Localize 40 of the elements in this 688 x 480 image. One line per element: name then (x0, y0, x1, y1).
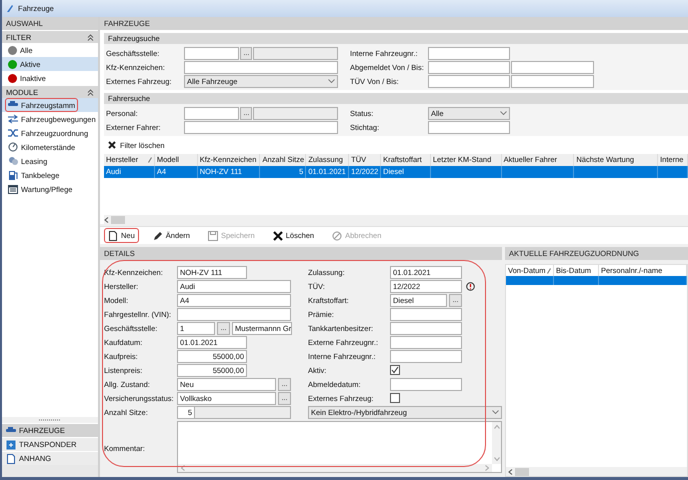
window-app-icon (6, 4, 14, 13)
gauge-icon (8, 142, 18, 152)
input-field[interactable] (390, 378, 462, 390)
calendar-icon (8, 184, 18, 194)
input-field[interactable] (184, 106, 240, 120)
collapse-chevrons-icon (87, 34, 94, 40)
new-page-icon (108, 230, 118, 240)
input-field[interactable] (428, 74, 510, 88)
scrollbar-thumb[interactable] (111, 216, 125, 224)
collapse-chevrons-icon (87, 88, 94, 96)
input-field[interactable] (177, 308, 291, 320)
delete-x-icon (272, 230, 283, 240)
input-field[interactable] (390, 322, 462, 334)
comment-textarea[interactable] (177, 421, 502, 473)
input-field[interactable] (511, 60, 594, 74)
checkbox[interactable] (390, 393, 400, 403)
pencil-icon (152, 230, 163, 240)
sort-indicator-icon (547, 268, 551, 274)
input-field[interactable] (184, 120, 338, 134)
input-field[interactable] (390, 350, 462, 362)
input-field[interactable] (390, 308, 462, 320)
input-field[interactable] (184, 60, 338, 74)
cancel-circle-icon (332, 230, 342, 240)
check-mark-icon (391, 366, 399, 374)
swap-arrows-icon (8, 114, 18, 124)
warning-exclamation-icon (466, 282, 475, 290)
input-field[interactable] (428, 46, 510, 60)
fuel-pump-icon (8, 170, 18, 180)
sort-indicator-icon (148, 157, 152, 163)
input-field[interactable] (511, 74, 594, 88)
scrollbar-thumb[interactable] (515, 468, 529, 476)
input-field[interactable] (428, 60, 510, 74)
input-field[interactable] (390, 336, 462, 348)
clear-x-icon (108, 141, 116, 149)
shuffle-icon (8, 128, 18, 138)
input-field[interactable] (184, 46, 240, 60)
coins-icon (8, 156, 18, 166)
checkbox[interactable] (390, 365, 400, 375)
box-icon (6, 440, 16, 450)
input-field[interactable] (428, 120, 510, 134)
